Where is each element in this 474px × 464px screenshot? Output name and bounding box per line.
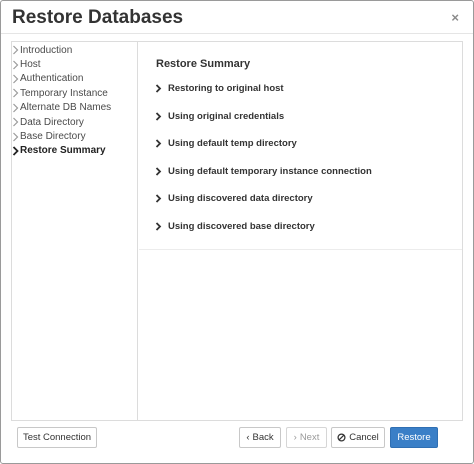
summary-item-label: Using default temporary instance connect… — [168, 165, 372, 177]
back-label: Back — [252, 432, 274, 443]
chevron-right-icon — [13, 45, 19, 55]
summary-item-label: Using discovered data directory — [168, 193, 313, 204]
next-label: Next — [299, 432, 320, 443]
sidebar-item-base-directory[interactable]: Base Directory — [12, 129, 137, 143]
chevron-left-icon: ‹ — [246, 432, 250, 443]
chevron-right-icon — [13, 117, 19, 127]
back-button[interactable]: ‹ Back — [239, 427, 281, 448]
sidebar-item-host[interactable]: Host — [12, 57, 137, 71]
chevron-right-icon — [12, 146, 19, 156]
summary-item-label: Restoring to original host — [168, 83, 284, 94]
summary-item-original-credentials[interactable]: Using original credentials — [155, 111, 284, 122]
ban-icon — [337, 433, 346, 442]
wizard-steps-sidebar: Introduction Host Authentication Tempora… — [12, 42, 138, 420]
sidebar-item-label: Authentication — [20, 73, 84, 85]
sidebar-item-authentication[interactable]: Authentication — [12, 72, 137, 86]
chevron-right-icon — [155, 166, 162, 176]
title-divider — [1, 33, 473, 34]
test-connection-label: Test Connection — [22, 432, 92, 443]
sidebar-item-label: Data Directory — [20, 116, 84, 128]
sidebar-item-restore-summary[interactable]: Restore Summary — [12, 144, 137, 158]
dialog-title: Restore Databases — [12, 7, 184, 28]
restore-button[interactable]: Restore — [390, 427, 438, 448]
sidebar-item-label: Host — [20, 59, 41, 71]
sidebar-item-alternate-db-names[interactable]: Alternate DB Names — [12, 101, 137, 115]
summary-item-label: Using default temp directory — [168, 138, 297, 149]
restore-label: Restore — [397, 432, 431, 443]
cancel-button[interactable]: Cancel — [331, 427, 385, 448]
summary-item-label: Using discovered base directory — [168, 220, 315, 232]
chevron-right-icon — [155, 111, 162, 121]
chevron-right-icon — [13, 132, 19, 141]
chevron-right-icon — [155, 194, 162, 203]
chevron-right-icon — [155, 139, 162, 148]
summary-item-label: Using original credentials — [168, 110, 285, 122]
sidebar-item-data-directory[interactable]: Data Directory — [12, 115, 137, 129]
chevron-right-icon — [13, 74, 19, 84]
restore-summary-panel: Restore Summary Restoring to original ho… — [139, 42, 462, 250]
next-button[interactable]: › Next — [286, 427, 327, 448]
summary-heading: Restore Summary — [156, 58, 251, 70]
sidebar-item-label: Introduction — [20, 44, 73, 56]
chevron-right-icon: › — [293, 432, 297, 443]
summary-item-original-host[interactable]: Restoring to original host — [155, 83, 284, 94]
sidebar-item-label: Temporary Instance — [20, 87, 108, 99]
chevron-right-icon — [155, 221, 162, 231]
wizard-body: Introduction Host Authentication Tempora… — [11, 41, 463, 421]
summary-item-base-directory[interactable]: Using discovered base directory — [155, 221, 315, 232]
cancel-label: Cancel — [349, 432, 379, 443]
test-connection-button[interactable]: Test Connection — [17, 427, 97, 448]
chevron-right-icon — [13, 103, 19, 113]
sidebar-item-label: Restore Summary — [20, 145, 106, 157]
sidebar-item-temporary-instance[interactable]: Temporary Instance — [12, 86, 137, 100]
restore-databases-dialog: Restore Databases × Introduction Host Au… — [0, 0, 474, 464]
close-icon[interactable]: × — [451, 10, 459, 25]
chevron-right-icon — [155, 84, 162, 93]
chevron-right-icon — [13, 88, 19, 98]
sidebar-item-label: Alternate DB Names — [20, 102, 112, 114]
summary-item-temp-directory[interactable]: Using default temp directory — [155, 138, 297, 149]
summary-item-data-directory[interactable]: Using discovered data directory — [155, 193, 313, 204]
chevron-right-icon — [13, 60, 19, 70]
sidebar-item-introduction[interactable]: Introduction — [12, 43, 137, 57]
summary-item-temp-instance-connection[interactable]: Using default temporary instance connect… — [155, 166, 372, 177]
sidebar-item-label: Base Directory — [20, 131, 86, 143]
